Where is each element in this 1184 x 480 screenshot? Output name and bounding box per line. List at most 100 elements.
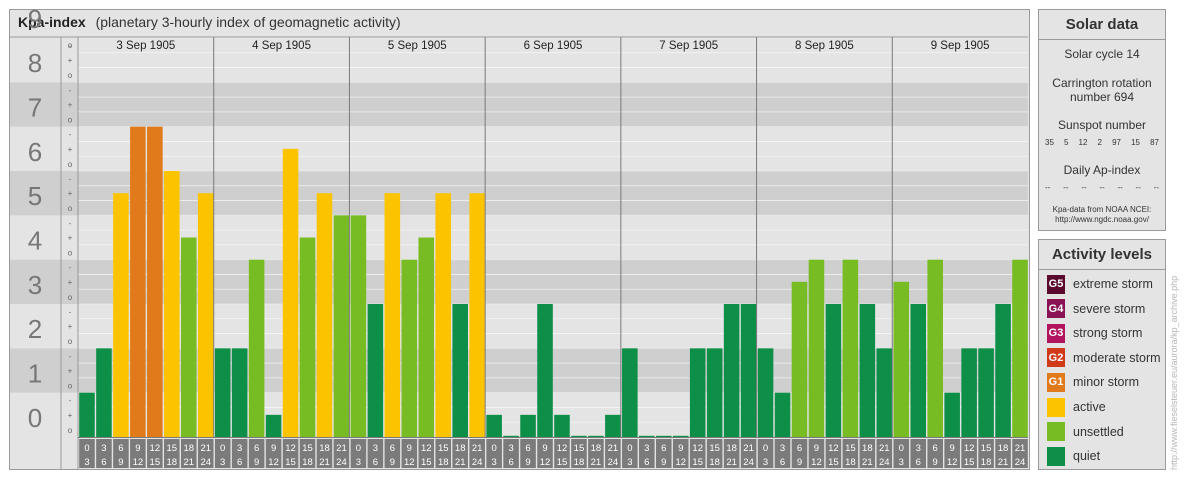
day-label: 9 Sep 1905 <box>931 40 990 52</box>
kp-bar <box>689 348 706 437</box>
interval-end-label: 21 <box>183 457 194 468</box>
kp-bar <box>180 237 197 437</box>
interval-start-label: 15 <box>709 443 720 454</box>
interval-start-label: 9 <box>135 443 140 454</box>
interval-start-label: 21 <box>1015 443 1026 454</box>
interval-start-label: 3 <box>644 443 649 454</box>
y-axis-label: 2 <box>28 314 42 344</box>
ap-value: -- <box>1081 183 1087 192</box>
solar-cycle: Solar cycle 14 <box>1064 47 1140 61</box>
kp-bar <box>214 348 231 437</box>
kp-bar <box>655 435 672 437</box>
interval-end-label: 24 <box>608 457 619 468</box>
y-axis-label: 0 <box>28 403 42 433</box>
interval-end-label: 21 <box>591 457 602 468</box>
activity-levels-panel: Activity levels G5 extreme storm G4 severe … <box>1038 239 1166 470</box>
interval-end-label: 12 <box>133 457 144 468</box>
interval-end-label: 15 <box>421 457 432 468</box>
legend-label: minor storm <box>1073 375 1139 390</box>
kp-bar <box>401 259 418 437</box>
y-axis-label: 1 <box>28 359 42 389</box>
kp-bar <box>520 414 536 437</box>
interval-end-label: 18 <box>845 457 856 468</box>
carrington-line-1: Carrington rotation <box>1052 76 1152 90</box>
kp-bar <box>282 148 299 438</box>
y-axis-label: 4 <box>28 226 42 256</box>
day-label: 7 Sep 1905 <box>659 40 718 52</box>
interval-end-label: 9 <box>254 457 259 468</box>
interval-start-label: 0 <box>763 443 768 454</box>
legend-swatch: G1 <box>1047 372 1065 392</box>
interval-end-label: 3 <box>491 457 496 468</box>
day-label: 5 Sep 1905 <box>388 40 447 52</box>
interval-end-label: 24 <box>879 457 890 468</box>
interval-start-label: 12 <box>557 443 568 454</box>
interval-end-label: 12 <box>811 457 822 468</box>
legend-item-severe-storm: G4 severe storm <box>1047 299 1145 319</box>
interval-end-label: 24 <box>472 457 483 468</box>
y-minor-label: o <box>68 337 73 346</box>
sunspot-value: 5 <box>1064 138 1069 147</box>
legend-swatch <box>1047 397 1065 417</box>
interval-end-label: 21 <box>862 457 873 468</box>
sunspot-values: 35 5 12 2 97 15 87 <box>1045 138 1159 147</box>
band <box>10 171 1028 216</box>
interval-end-label: 15 <box>692 457 703 468</box>
interval-start-label: 21 <box>336 443 347 454</box>
ap-value: -- <box>1117 183 1123 192</box>
interval-start-label: 18 <box>455 443 466 454</box>
y-minor-label: o <box>68 204 73 213</box>
kp-bar <box>774 392 791 437</box>
legend-swatch: G2 <box>1047 348 1065 368</box>
kp-bar <box>469 193 485 437</box>
legend-swatch <box>1047 446 1065 466</box>
interval-start-label: 18 <box>183 443 194 454</box>
interval-start-label: 9 <box>542 443 547 454</box>
kp-bar <box>706 348 723 437</box>
interval-start-label: 21 <box>879 443 890 454</box>
band <box>10 348 1028 393</box>
interval-start-label: 21 <box>200 443 211 454</box>
y-minor-label: o <box>68 41 73 50</box>
sunspot-value: 87 <box>1150 138 1159 147</box>
kp-bar <box>96 348 112 437</box>
ap-value: -- <box>1063 183 1069 192</box>
interval-start-label: 3 <box>237 443 242 454</box>
kp-bar <box>113 193 129 437</box>
band <box>10 215 1028 260</box>
kp-bar <box>130 126 146 438</box>
interval-start-label: 9 <box>814 443 819 454</box>
interval-end-label: 18 <box>981 457 992 468</box>
sunspot-value: 2 <box>1097 138 1102 147</box>
interval-start-label: 0 <box>899 443 904 454</box>
interval-end-label: 12 <box>947 457 958 468</box>
interval-end-label: 21 <box>319 457 330 468</box>
kp-bar <box>197 193 214 437</box>
kp-bar <box>910 304 927 437</box>
kp-bar <box>537 304 553 437</box>
sunspot-title: Sunspot number <box>1057 118 1147 132</box>
interval-start-label: 15 <box>845 443 856 454</box>
y-minor-label: - <box>69 86 72 95</box>
interval-end-label: 12 <box>404 457 415 468</box>
interval-end-label: 12 <box>268 457 279 468</box>
y-minor-label: - <box>69 308 72 317</box>
interval-start-label: 15 <box>167 443 178 454</box>
interval-end-label: 15 <box>964 457 975 468</box>
y-minor-label: + <box>68 145 73 154</box>
interval-start-label: 21 <box>472 443 483 454</box>
kp-bar <box>248 259 265 437</box>
kp-bar <box>503 435 519 437</box>
kp-bar <box>825 304 842 437</box>
sunspot-value: 15 <box>1131 138 1140 147</box>
kp-bar <box>672 435 689 437</box>
y-minor-label: - <box>69 175 72 184</box>
y-axis-label: 3 <box>28 270 42 300</box>
interval-end-label: 3 <box>84 457 89 468</box>
interval-start-label: 6 <box>118 443 123 454</box>
y-minor-label: + <box>68 278 73 287</box>
y-minor-label: + <box>68 189 73 198</box>
interval-start-label: 9 <box>678 443 683 454</box>
interval-start-label: 0 <box>491 443 496 454</box>
band <box>10 126 1028 171</box>
